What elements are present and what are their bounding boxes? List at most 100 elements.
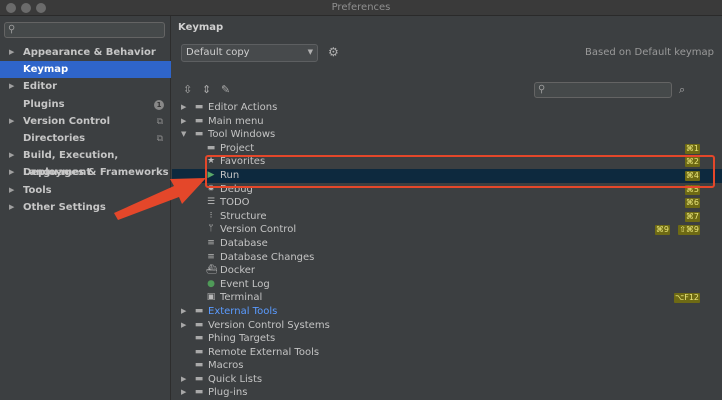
tree-row-editor-actions[interactable]: ▶ ▬ Editor Actions — [172, 101, 722, 115]
action-tree: ▶ ▬ Editor Actions ▶ ▬ Main menu ▼ ▬ Tool Window… — [172, 101, 722, 400]
tree-row-label: Version Control — [220, 224, 297, 236]
tree-row-main-menu[interactable]: ▶ ▬ Main menu — [172, 115, 722, 129]
chevron-down-icon[interactable]: ▼ — [181, 128, 186, 142]
chevron-right-icon[interactable]: ▶ — [181, 101, 186, 115]
sidebar-item-label: Keymap — [23, 64, 69, 76]
chevron-right-icon[interactable]: ▶ — [181, 115, 186, 129]
shortcut-badge: ⌘9 — [654, 225, 670, 236]
sidebar-item-plugins[interactable]: Plugins 1 — [0, 96, 171, 113]
docker-icon: ⛴ — [206, 265, 218, 276]
tree-row-debug[interactable]: ✹ Debug ⌘5 — [172, 183, 722, 197]
tree-row-external-tools[interactable]: ▶ ▬ External Tools — [172, 305, 722, 319]
sidebar-search-input[interactable] — [21, 24, 159, 36]
project-scope-icon: ⧉ — [156, 133, 163, 144]
chevron-right-icon[interactable]: ▶ — [9, 199, 14, 216]
sidebar-item-build-execution-deployment[interactable]: ▶ Build, Execution, Deployment — [0, 147, 171, 178]
search-icon: ⚲ — [538, 84, 546, 95]
keymap-search-input[interactable] — [551, 84, 669, 96]
sidebar-item-directories[interactable]: Directories ⧉ — [0, 130, 171, 147]
gear-icon[interactable]: ⚙ — [328, 45, 339, 59]
sidebar-item-tools[interactable]: ▶ Tools — [0, 182, 171, 199]
chevron-down-icon: ▼ — [307, 48, 313, 56]
sidebar-item-keymap[interactable]: Keymap — [0, 61, 171, 79]
tree-row-event-log[interactable]: ● Event Log — [172, 278, 722, 292]
tree-row-plug-ins[interactable]: ▶ ▬ Plug-ins — [172, 386, 722, 400]
tree-row-label: Favorites — [220, 156, 266, 168]
tree-row-label: Editor Actions — [208, 102, 278, 113]
collapse-all-icon[interactable]: ⇕ — [202, 83, 211, 96]
sidebar-item-label: Other Settings — [23, 201, 106, 213]
settings-sidebar: ⚲ ▶ Appearance & Behavior Keymap ▶ Editor Plu… — [0, 16, 171, 400]
tree-row-label: Phing Targets — [208, 333, 276, 345]
tree-row-run[interactable]: ▶ Run ⌘4 — [172, 168, 722, 183]
tree-row-label: Main menu — [208, 115, 264, 127]
tree-row-project[interactable]: ▬ Project ⌘1 — [172, 142, 722, 156]
sidebar-item-editor[interactable]: ▶ Editor — [0, 78, 171, 95]
tree-row-tool-windows[interactable]: ▼ ▬ Tool Windows — [172, 128, 722, 142]
sidebar-item-version-control[interactable]: ▶ Version Control ⧉ — [0, 113, 171, 130]
find-by-shortcut-icon[interactable]: ⌕ — [679, 83, 685, 97]
tree-row-docker[interactable]: ⛴ Docker — [172, 264, 722, 278]
sidebar-item-label: Plugins — [23, 98, 65, 110]
folder-icon: ▬ — [194, 333, 204, 344]
sidebar-item-label: Directories — [23, 132, 86, 144]
edit-pencil-icon[interactable]: ✎ — [221, 83, 230, 96]
tree-row-label: Docker — [220, 265, 256, 277]
chevron-right-icon[interactable]: ▶ — [181, 319, 186, 333]
sidebar-item-label: Languages & Frameworks — [23, 167, 169, 179]
keymap-select[interactable]: Default copy ▼ — [181, 44, 318, 62]
tree-row-label: Quick Lists — [208, 373, 263, 385]
chevron-right-icon[interactable]: ▶ — [181, 305, 186, 319]
chevron-right-icon[interactable]: ▶ — [181, 386, 186, 400]
chevron-right-icon[interactable]: ▶ — [9, 182, 14, 199]
terminal-icon: ▣ — [206, 292, 216, 303]
tree-row-version-control-systems[interactable]: ▶ ▬ Version Control Systems — [172, 319, 722, 333]
chevron-right-icon[interactable]: ▶ — [9, 78, 14, 95]
tree-row-database[interactable]: ≡ Database — [172, 237, 722, 251]
chevron-right-icon[interactable]: ▶ — [9, 113, 14, 130]
tree-row-quick-lists[interactable]: ▶ ▬ Quick Lists — [172, 373, 722, 387]
list-icon: ☰ — [206, 197, 216, 208]
star-icon: ★ — [206, 156, 216, 167]
sidebar-item-label: Tools — [23, 184, 52, 196]
tree-row-label: Database — [220, 237, 268, 249]
tree-row-remote-external-tools[interactable]: ▬ Remote External Tools — [172, 346, 722, 360]
based-on-label: Based on Default keymap — [585, 47, 714, 58]
tree-row-structure[interactable]: ⁝ Structure ⌘7 — [172, 210, 722, 224]
chevron-right-icon[interactable]: ▶ — [9, 147, 14, 164]
chevron-right-icon[interactable]: ▶ — [9, 164, 14, 181]
shortcut-badge: ⌘4 — [684, 170, 700, 181]
folder-icon: ▬ — [194, 102, 204, 112]
keymap-select-value: Default copy — [186, 47, 250, 58]
tree-row-version-control[interactable]: ᛘ Version Control ⇧⌘9 ⌘9 — [172, 223, 722, 237]
tree-row-terminal[interactable]: ▣ Terminal ⌥F12 — [172, 291, 722, 305]
tree-row-database-changes[interactable]: ≡ Database Changes — [172, 251, 722, 265]
sidebar-item-other-settings[interactable]: ▶ Other Settings — [0, 199, 171, 216]
sidebar-search-box[interactable]: ⚲ — [4, 22, 165, 38]
chevron-right-icon[interactable]: ▶ — [181, 373, 186, 387]
event-icon: ● — [207, 278, 215, 289]
expand-all-icon[interactable]: ⇳ — [183, 83, 192, 96]
keymap-panel: Keymap Default copy ▼ ⚙ Based on Default… — [172, 16, 722, 400]
tree-row-label: Run — [220, 169, 240, 181]
tree-row-label: Event Log — [220, 278, 270, 290]
sidebar-item-appearance-behavior[interactable]: ▶ Appearance & Behavior — [0, 44, 171, 61]
shortcut-badge: ⌘5 — [684, 184, 700, 195]
tree-row-favorites[interactable]: ★ Favorites ⌘2 — [172, 155, 722, 169]
keymap-search-box[interactable]: ⚲ — [534, 82, 672, 98]
tree-row-label: TODO — [220, 197, 250, 209]
tree-row-macros[interactable]: ▬ Macros — [172, 359, 722, 373]
sidebar-list: ▶ Appearance & Behavior Keymap ▶ Editor Plugi… — [0, 44, 171, 216]
sidebar-item-languages-frameworks[interactable]: ▶ Languages & Frameworks — [0, 164, 171, 181]
shortcut-badge: ⌘1 — [684, 143, 700, 154]
update-count-badge: 1 — [154, 99, 164, 110]
tree-row-label: Plug-ins — [208, 387, 248, 399]
folder-icon: ▬ — [194, 305, 204, 316]
vcs-icon: ᛘ — [208, 224, 214, 235]
chevron-right-icon[interactable]: ▶ — [9, 44, 14, 61]
folder-icon: ▬ — [194, 346, 204, 357]
tree-row-todo[interactable]: ☰ TODO ⌘6 — [172, 196, 722, 210]
tree-row-phing-targets[interactable]: ▬ Phing Targets — [172, 332, 722, 346]
tree-row-label: External Tools — [208, 305, 278, 317]
folder-icon: ▬ — [194, 319, 204, 330]
